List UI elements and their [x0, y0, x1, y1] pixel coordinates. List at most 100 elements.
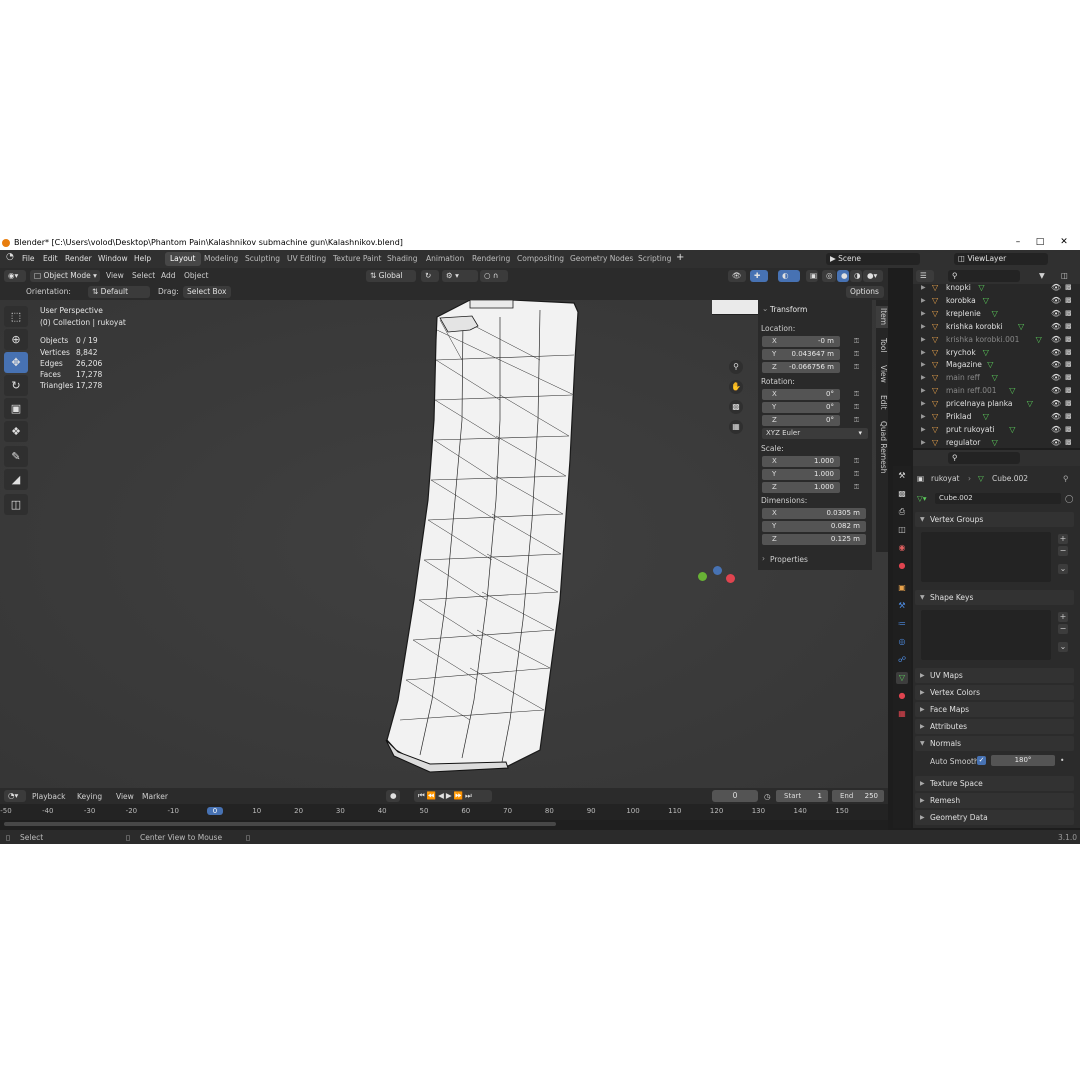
expand-arrow-icon[interactable]: ▶: [921, 346, 926, 359]
start-frame-field[interactable]: Start 1: [776, 790, 828, 802]
pan-hand-icon[interactable]: ✋: [729, 380, 743, 394]
outliner-item[interactable]: ▶ ▽ krishka korobki.001 👁 ▩ ▽: [913, 333, 1080, 346]
end-frame-field[interactable]: End 250: [832, 790, 884, 802]
eye-icon[interactable]: 👁: [1051, 307, 1061, 320]
eye-icon[interactable]: 👁: [1051, 397, 1061, 410]
expand-arrow-icon[interactable]: ▶: [921, 358, 926, 371]
material-icon[interactable]: ●: [896, 690, 908, 702]
lock-icon[interactable]: ⚿: [852, 350, 861, 359]
minimize-button[interactable]: –: [1008, 237, 1028, 247]
orientation-dropdown[interactable]: ⇅ Default: [88, 286, 150, 298]
remesh-panel-header[interactable]: ▶ Remesh: [915, 793, 1074, 808]
tab-shading[interactable]: Shading: [382, 252, 422, 266]
lock-icon[interactable]: ⚿: [852, 363, 861, 372]
dimension-y-field[interactable]: Y 0.082 m: [762, 521, 866, 532]
eye-icon[interactable]: 👁: [1051, 346, 1061, 359]
eye-icon[interactable]: 👁: [1051, 371, 1061, 384]
3d-viewport[interactable]: User Perspective (0) Collection | rukoya…: [0, 300, 888, 788]
overlay-toggle-icon[interactable]: ◐: [778, 270, 800, 282]
collapse-arrow-icon[interactable]: ›: [762, 554, 765, 563]
attributes-panel-header[interactable]: ▶ Attributes: [915, 719, 1074, 734]
gizmo-y-axis-icon[interactable]: [698, 572, 707, 581]
shape-keys-panel-header[interactable]: ▼ Shape Keys: [915, 590, 1074, 605]
mesh-name-field[interactable]: Cube.002: [935, 493, 1061, 504]
add-cube-tool-icon[interactable]: ◫: [4, 494, 28, 515]
eye-icon[interactable]: 👁: [1051, 294, 1061, 307]
normals-panel-header[interactable]: ▼ Normals: [915, 736, 1074, 751]
uv-maps-panel-header[interactable]: ▶ UV Maps: [915, 668, 1074, 683]
outliner-item[interactable]: ▶ ▽ regulator 👁 ▩ ▽: [913, 436, 1080, 448]
tab-tool[interactable]: Tool: [876, 334, 888, 356]
visibility-icon[interactable]: 👁: [728, 270, 746, 282]
timeline-scrollbar[interactable]: [4, 822, 556, 826]
scene-properties-icon[interactable]: ◉: [896, 542, 908, 554]
solid-shading-icon[interactable]: ●: [837, 270, 849, 282]
lock-icon[interactable]: ⚿: [852, 337, 861, 346]
auto-smooth-angle-field[interactable]: 180°: [991, 755, 1055, 766]
mesh-data-icon[interactable]: ▽: [896, 672, 908, 684]
object-properties-icon[interactable]: ▣: [896, 582, 908, 594]
camera-icon[interactable]: ▩: [1065, 397, 1072, 410]
tab-quad-remesh[interactable]: Quad Remesh: [876, 418, 888, 476]
tab-layout[interactable]: Layout: [165, 252, 201, 266]
fake-user-shield-icon[interactable]: ◯: [1065, 494, 1073, 503]
menu-help[interactable]: Help: [134, 254, 151, 263]
close-button[interactable]: ✕: [1054, 237, 1074, 247]
menu-object[interactable]: Object: [184, 271, 208, 280]
tab-item[interactable]: Item: [876, 306, 888, 328]
tab-compositing[interactable]: Compositing: [512, 252, 569, 266]
rotate-tool-icon[interactable]: ↻: [4, 375, 28, 396]
timeline-editor-icon[interactable]: ◔▾: [4, 790, 26, 802]
outliner-item[interactable]: ▶ ▽ korobka 👁 ▩ ▽: [913, 294, 1080, 307]
expand-arrow-icon[interactable]: ▶: [921, 436, 926, 448]
texture-icon[interactable]: ▦: [896, 708, 908, 720]
modifier-wrench-icon[interactable]: ⚒: [896, 600, 908, 612]
expand-arrow-icon[interactable]: ▶: [921, 384, 926, 397]
tab-uv-editing[interactable]: UV Editing: [282, 252, 331, 266]
current-frame-field[interactable]: 0: [712, 790, 758, 802]
auto-smooth-checkbox[interactable]: ✓: [977, 756, 986, 765]
xray-toggle-icon[interactable]: ▣: [806, 270, 818, 282]
vertex-groups-list[interactable]: [921, 532, 1051, 582]
expand-arrow-icon[interactable]: ▶: [921, 320, 926, 333]
outliner-item[interactable]: ▶ ▽ main reff 👁 ▩ ▽: [913, 371, 1080, 384]
timeline-track[interactable]: [0, 820, 888, 830]
camera-icon[interactable]: ▩: [1065, 320, 1072, 333]
lock-icon[interactable]: ⚿: [852, 416, 861, 425]
tab-geometry-nodes[interactable]: Geometry Nodes: [565, 252, 638, 266]
menu-file[interactable]: File: [22, 254, 35, 263]
expand-arrow-icon[interactable]: ▶: [921, 333, 926, 346]
location-z-field[interactable]: Z -0.066756 m: [762, 362, 840, 373]
measure-tool-icon[interactable]: ◢: [4, 469, 28, 490]
clock-icon[interactable]: ◷: [764, 792, 771, 801]
outliner-item[interactable]: ▶ ▽ knopki 👁 ▩ ▽: [913, 281, 1080, 294]
gizmo-x-axis-icon[interactable]: [726, 574, 735, 583]
tool-settings-icon[interactable]: ⚒: [896, 470, 908, 482]
rotation-y-field[interactable]: Y 0°: [762, 402, 840, 413]
menu-playback[interactable]: Playback: [32, 792, 65, 801]
outliner-item[interactable]: ▶ ▽ prut rukoyati 👁 ▩ ▽: [913, 423, 1080, 436]
select-box-tool-icon[interactable]: ⬚: [4, 306, 28, 327]
proportional-edit-icon[interactable]: ○ ∩: [480, 270, 508, 282]
camera-icon[interactable]: ▩: [1065, 346, 1072, 359]
rotation-mode-dropdown[interactable]: XYZ Euler ▾: [762, 428, 868, 439]
lock-icon[interactable]: ⚿: [852, 470, 861, 479]
wireframe-shading-icon[interactable]: ◎: [822, 270, 836, 282]
dimension-z-field[interactable]: Z 0.125 m: [762, 534, 866, 545]
camera-icon[interactable]: ▩: [1065, 333, 1072, 346]
face-maps-panel-header[interactable]: ▶ Face Maps: [915, 702, 1074, 717]
expand-arrow-icon[interactable]: ▶: [921, 307, 926, 320]
vertex-colors-panel-header[interactable]: ▶ Vertex Colors: [915, 685, 1074, 700]
world-properties-icon[interactable]: ●: [896, 560, 908, 572]
menu-render[interactable]: Render: [65, 254, 92, 263]
outliner-item[interactable]: ▶ ▽ Priklad 👁 ▩ ▽: [913, 410, 1080, 423]
transform-tool-icon[interactable]: ❖: [4, 421, 28, 442]
camera-icon[interactable]: ▩: [1065, 384, 1072, 397]
expand-arrow-icon[interactable]: ⌄: [762, 304, 768, 313]
camera-icon[interactable]: ▩: [1065, 307, 1072, 320]
camera-icon[interactable]: ▩: [1065, 436, 1072, 448]
material-shading-icon[interactable]: ◑: [850, 270, 862, 282]
options-button[interactable]: Options: [846, 286, 884, 298]
gizmo-z-axis-icon[interactable]: [713, 566, 722, 575]
playback-controls-icon[interactable]: ⏮⏪◀▶⏩⏭: [414, 790, 492, 802]
